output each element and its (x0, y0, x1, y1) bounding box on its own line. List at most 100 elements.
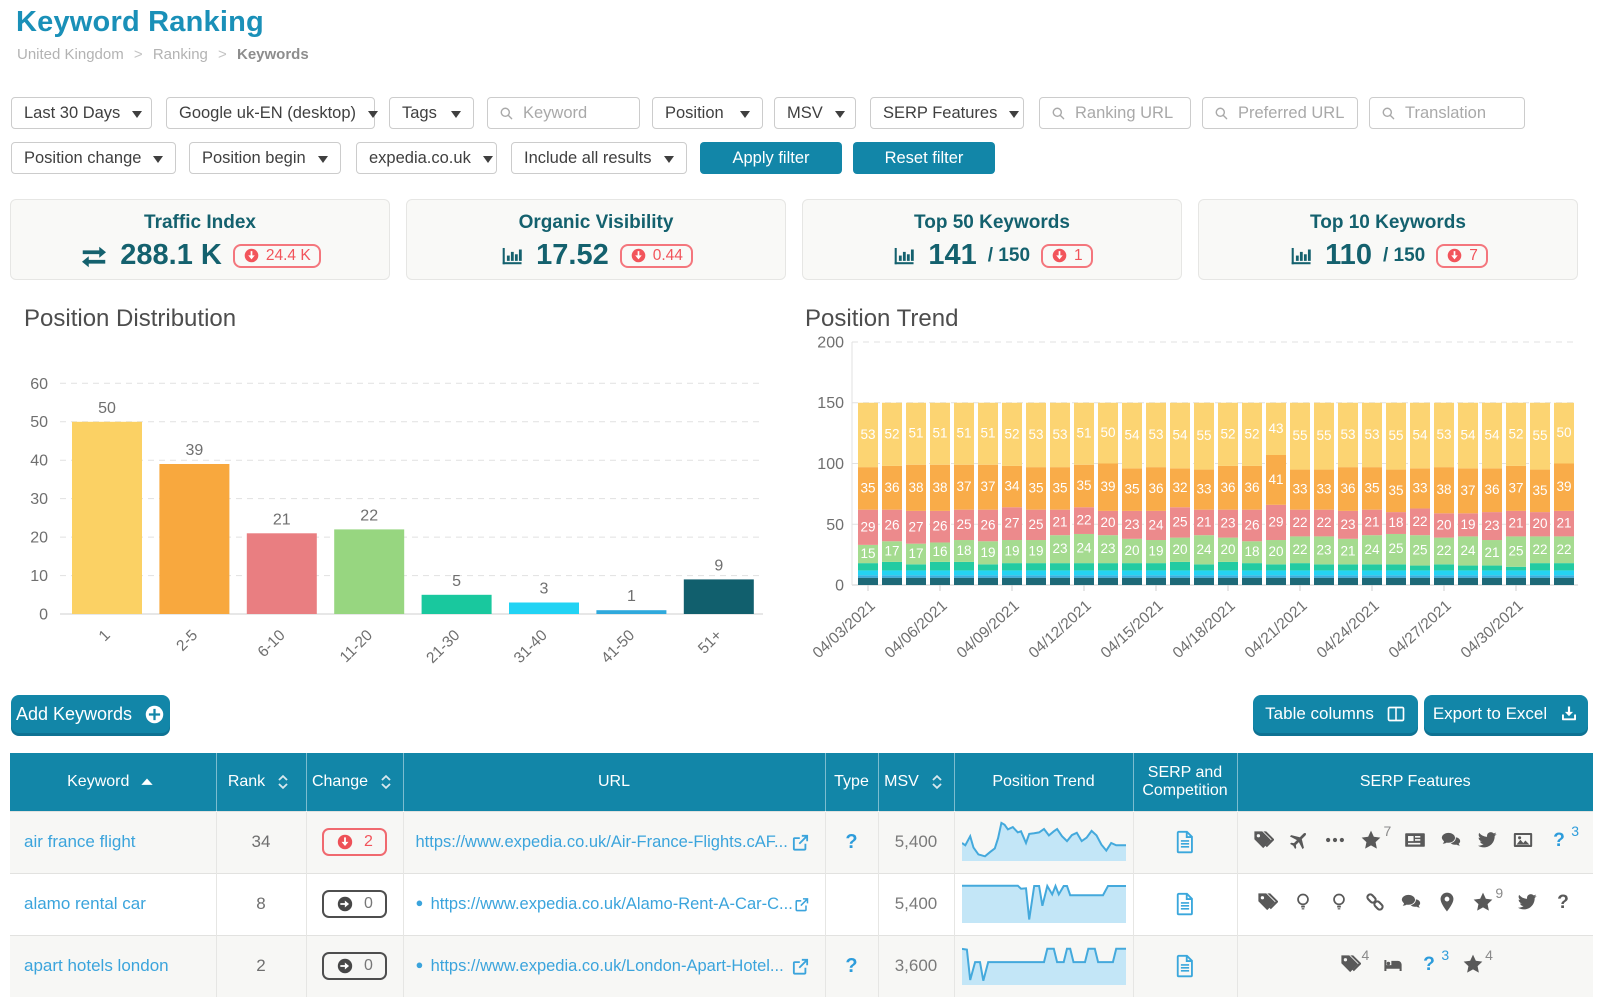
svg-text:29: 29 (1268, 514, 1283, 529)
svg-text:43: 43 (1268, 421, 1283, 436)
svg-text:04/12/2021: 04/12/2021 (1026, 597, 1095, 662)
svg-text:23: 23 (1052, 541, 1067, 556)
svg-text:04/21/2021: 04/21/2021 (1242, 597, 1311, 662)
svg-text:22: 22 (1412, 514, 1427, 529)
svg-text:23: 23 (1220, 516, 1235, 531)
svg-text:1: 1 (96, 627, 114, 645)
svg-text:21: 21 (1052, 514, 1067, 529)
svg-text:34: 34 (1004, 479, 1020, 494)
svg-text:55: 55 (1196, 428, 1211, 443)
svg-text:36: 36 (1244, 480, 1259, 495)
svg-text:15: 15 (860, 546, 875, 561)
svg-text:24: 24 (1076, 541, 1092, 556)
svg-text:04/03/2021: 04/03/2021 (810, 597, 879, 662)
svg-text:30: 30 (30, 491, 48, 508)
svg-text:31-40: 31-40 (511, 627, 551, 667)
svg-text:19: 19 (1004, 544, 1019, 559)
svg-text:17: 17 (884, 544, 899, 559)
svg-text:23: 23 (1484, 518, 1499, 533)
svg-text:52: 52 (1004, 426, 1019, 441)
svg-text:53: 53 (1436, 427, 1451, 442)
svg-text:19: 19 (980, 545, 995, 560)
svg-text:9: 9 (714, 557, 723, 574)
svg-text:17: 17 (908, 546, 923, 561)
svg-text:36: 36 (884, 480, 899, 495)
svg-text:53: 53 (1364, 427, 1379, 442)
svg-text:22: 22 (1292, 515, 1307, 530)
svg-text:25: 25 (956, 517, 971, 532)
svg-text:11-20: 11-20 (337, 627, 377, 667)
svg-text:54: 54 (1460, 428, 1476, 443)
svg-text:22: 22 (1292, 542, 1307, 557)
svg-text:100: 100 (817, 456, 844, 473)
svg-text:3: 3 (540, 581, 549, 598)
svg-text:21: 21 (1508, 516, 1523, 531)
svg-text:5: 5 (452, 573, 461, 590)
svg-text:52: 52 (1508, 426, 1523, 441)
svg-text:53: 53 (860, 427, 875, 442)
svg-text:38: 38 (1436, 482, 1451, 497)
svg-text:04/30/2021: 04/30/2021 (1458, 597, 1527, 662)
svg-text:20: 20 (30, 530, 48, 547)
svg-text:55: 55 (1292, 428, 1307, 443)
svg-text:20: 20 (1220, 542, 1235, 557)
svg-text:35: 35 (1076, 478, 1091, 493)
svg-text:39: 39 (186, 442, 204, 459)
svg-text:25: 25 (1028, 517, 1043, 532)
svg-text:33: 33 (1316, 482, 1331, 497)
svg-text:24: 24 (1148, 518, 1164, 533)
svg-text:04/18/2021: 04/18/2021 (1170, 597, 1239, 662)
svg-text:50: 50 (1100, 425, 1115, 440)
svg-text:04/15/2021: 04/15/2021 (1098, 597, 1167, 662)
svg-text:53: 53 (1340, 427, 1355, 442)
svg-text:33: 33 (1292, 482, 1307, 497)
svg-text:55: 55 (1316, 428, 1331, 443)
svg-text:27: 27 (1004, 516, 1019, 531)
svg-text:41: 41 (1268, 472, 1283, 487)
svg-text:50: 50 (826, 517, 844, 534)
svg-text:04/09/2021: 04/09/2021 (954, 597, 1023, 662)
svg-text:36: 36 (1220, 480, 1235, 495)
svg-text:1: 1 (627, 588, 636, 605)
svg-text:40: 40 (30, 453, 48, 470)
svg-text:21: 21 (1340, 544, 1355, 559)
svg-text:32: 32 (1172, 480, 1187, 495)
svg-text:39: 39 (1100, 479, 1115, 494)
svg-text:36: 36 (1148, 481, 1163, 496)
svg-text:21: 21 (273, 511, 291, 528)
svg-text:55: 55 (1388, 428, 1403, 443)
svg-text:52: 52 (884, 426, 899, 441)
svg-text:10: 10 (30, 568, 48, 585)
svg-text:35: 35 (1028, 480, 1043, 495)
svg-text:19: 19 (1460, 517, 1475, 532)
svg-text:22: 22 (360, 507, 378, 524)
svg-text:22: 22 (1316, 515, 1331, 530)
svg-text:35: 35 (1052, 480, 1067, 495)
svg-text:41-50: 41-50 (598, 627, 638, 667)
svg-text:25: 25 (1388, 541, 1403, 556)
svg-text:51: 51 (932, 426, 947, 441)
svg-text:38: 38 (908, 480, 923, 495)
svg-text:04/27/2021: 04/27/2021 (1386, 597, 1455, 662)
svg-text:53: 53 (1052, 427, 1067, 442)
svg-text:35: 35 (1532, 483, 1547, 498)
svg-text:20: 20 (1124, 543, 1139, 558)
svg-text:26: 26 (932, 519, 947, 534)
svg-text:20: 20 (1532, 516, 1547, 531)
svg-text:35: 35 (1364, 480, 1379, 495)
svg-text:21: 21 (1484, 545, 1499, 560)
svg-text:25: 25 (1508, 544, 1523, 559)
svg-text:200: 200 (817, 335, 844, 352)
svg-text:21: 21 (1556, 516, 1571, 531)
svg-text:04/24/2021: 04/24/2021 (1314, 597, 1383, 662)
svg-text:20: 20 (1268, 544, 1283, 559)
svg-text:150: 150 (817, 395, 844, 412)
svg-text:29: 29 (860, 519, 875, 534)
svg-text:52: 52 (1244, 426, 1259, 441)
svg-text:37: 37 (956, 479, 971, 494)
svg-text:26: 26 (884, 518, 899, 533)
svg-text:51: 51 (980, 426, 995, 441)
svg-text:50: 50 (1556, 425, 1571, 440)
svg-text:53: 53 (1028, 427, 1043, 442)
svg-text:18: 18 (1244, 544, 1259, 559)
